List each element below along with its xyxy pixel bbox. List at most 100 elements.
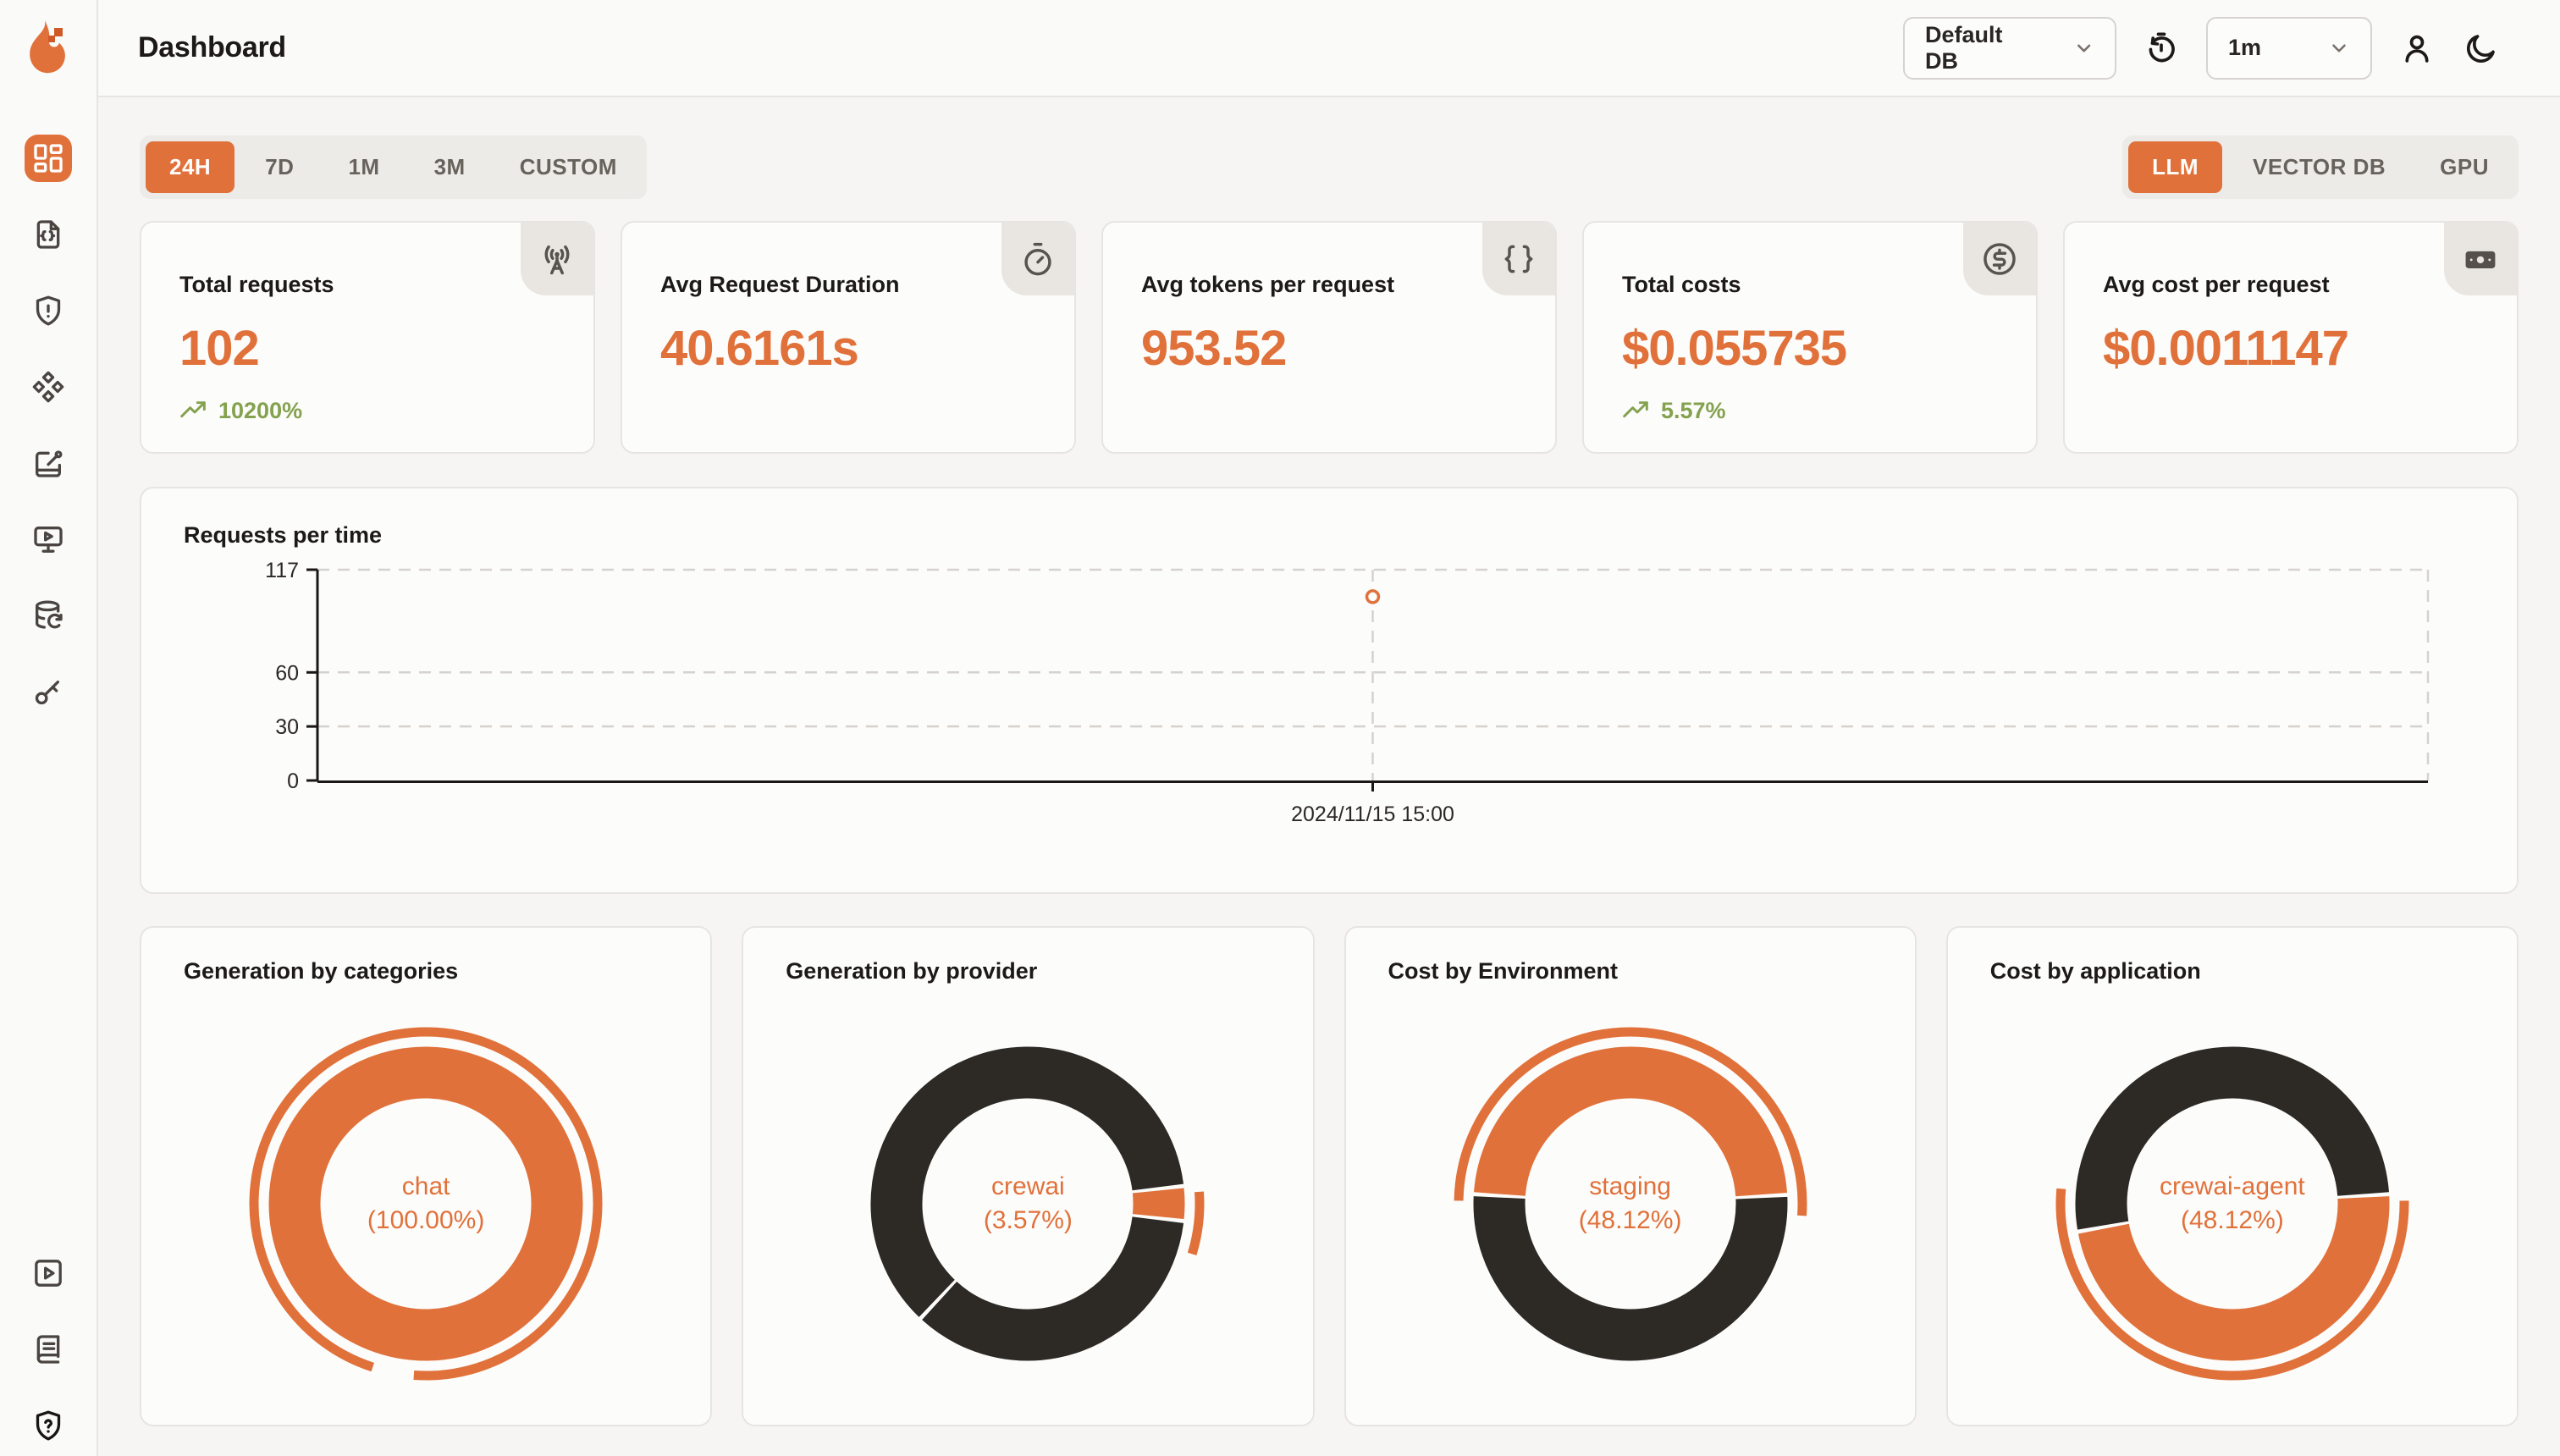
history-icon xyxy=(2143,30,2179,66)
circle-dollar-icon xyxy=(1981,240,2018,278)
user-icon xyxy=(2399,30,2435,66)
controls-row: 24H 7D 1M 3M CUSTOM LLM VECTOR DB GPU xyxy=(140,135,2519,199)
sidebar-item-dashboard[interactable] xyxy=(25,135,72,182)
database-select-value: Default DB xyxy=(1925,22,2039,74)
tab-gpu[interactable]: GPU xyxy=(2416,141,2513,193)
requests-per-time-chart[interactable]: 0 30 60 117 2024/11/15 15:00 xyxy=(141,488,2520,892)
donut-chart-categories[interactable]: chat (100.00%) xyxy=(240,1018,612,1390)
refresh-interval-value: 1m xyxy=(2228,35,2261,61)
moon-icon xyxy=(2463,30,2499,66)
donut-card-cost-by-environment: Cost by Environment staging (48.12%) xyxy=(1344,926,1917,1426)
stat-value: 102 xyxy=(179,320,593,377)
database-backup-icon xyxy=(31,598,65,632)
sidebar-item-playground[interactable] xyxy=(25,439,72,487)
stat-value: 40.6161s xyxy=(660,320,1074,377)
chevron-down-icon xyxy=(2073,37,2094,59)
donut-svg xyxy=(1444,1018,1817,1390)
dark-mode-toggle[interactable] xyxy=(2462,29,2501,68)
notebook-pen-icon xyxy=(31,446,65,480)
component-diamonds-icon xyxy=(31,370,65,404)
stats-row: Total requests 102 10200% xyxy=(140,221,2519,454)
app-root: Dashboard Default DB 1m xyxy=(0,0,2560,1456)
file-code-icon xyxy=(31,218,65,251)
donut-card-cost-by-application: Cost by application crewai-agent (48.12%… xyxy=(1946,926,2519,1426)
chart-title: Generation by categories xyxy=(184,958,710,984)
key-icon xyxy=(31,675,65,709)
sidebar-item-support[interactable] xyxy=(25,1402,72,1449)
svg-text:2024/11/15 15:00: 2024/11/15 15:00 xyxy=(1291,802,1454,826)
mode-tabs: LLM VECTOR DB GPU xyxy=(2122,135,2519,199)
braces-icon xyxy=(1500,240,1537,278)
svg-text:30: 30 xyxy=(275,715,299,739)
tab-vector-db[interactable]: VECTOR DB xyxy=(2229,141,2409,193)
sidebar-item-database-config[interactable] xyxy=(25,592,72,639)
sidebar-item-api-keys[interactable] xyxy=(25,668,72,715)
page-title: Dashboard xyxy=(138,31,286,64)
svg-text:0: 0 xyxy=(287,769,299,793)
tab-1m[interactable]: 1M xyxy=(324,141,403,193)
radio-tower-icon xyxy=(538,240,576,278)
stat-change: 5.57% xyxy=(1622,397,2036,424)
stat-card-total-requests: Total requests 102 10200% xyxy=(140,221,595,454)
stat-badge xyxy=(1482,223,1555,295)
donut-svg xyxy=(240,1018,612,1390)
sidebar-item-getting-started[interactable] xyxy=(25,1249,72,1297)
donut-card-generation-by-categories: Generation by categories chat (100.00%) xyxy=(140,926,712,1426)
svg-text:117: 117 xyxy=(265,559,299,582)
refresh-history-button[interactable] xyxy=(2142,29,2181,68)
stat-value: $0.055735 xyxy=(1622,320,2036,377)
donut-chart-environment[interactable]: staging (48.12%) xyxy=(1444,1018,1817,1390)
trending-up-icon xyxy=(179,397,207,424)
sidebar-bottom-nav xyxy=(25,1249,72,1454)
sidebar-item-prompts[interactable] xyxy=(25,363,72,411)
sidebar-item-demo[interactable] xyxy=(25,516,72,563)
tab-24h[interactable]: 24H xyxy=(146,141,234,193)
donut-chart-provider[interactable]: crewai (3.57%) xyxy=(841,1018,1214,1390)
donut-svg xyxy=(841,1018,1214,1390)
profile-button[interactable] xyxy=(2397,29,2436,68)
time-range-tabs: 24H 7D 1M 3M CUSTOM xyxy=(140,135,647,199)
sidebar-item-requests[interactable] xyxy=(25,211,72,258)
trending-up-icon xyxy=(1622,397,1649,424)
shield-alert-icon xyxy=(31,294,65,328)
donuts-row: Generation by categories chat (100.00%) … xyxy=(140,926,2519,1426)
stat-card-avg-cost: Avg cost per request $0.0011147 xyxy=(2063,221,2519,454)
top-header: Dashboard Default DB 1m xyxy=(98,0,2560,97)
app-logo[interactable] xyxy=(0,0,97,97)
chart-title: Generation by provider xyxy=(786,958,1312,984)
svg-text:60: 60 xyxy=(275,661,299,685)
sidebar-item-documentation[interactable] xyxy=(25,1326,72,1373)
timer-icon xyxy=(1019,240,1057,278)
stat-card-avg-duration: Avg Request Duration 40.6161s xyxy=(621,221,1076,454)
tab-llm[interactable]: LLM xyxy=(2128,141,2222,193)
book-icon xyxy=(31,1332,65,1366)
refresh-interval-select[interactable]: 1m xyxy=(2206,17,2372,80)
stat-value: $0.0011147 xyxy=(2103,320,2517,377)
tab-7d[interactable]: 7D xyxy=(241,141,317,193)
stat-badge xyxy=(1001,223,1074,295)
chart-title: Cost by application xyxy=(1990,958,2517,984)
database-select[interactable]: Default DB xyxy=(1903,17,2116,80)
stat-badge xyxy=(2444,223,2517,295)
chart-title: Cost by Environment xyxy=(1388,958,1915,984)
stat-badge xyxy=(521,223,593,295)
donut-card-generation-by-provider: Generation by provider crewai (3.57%) xyxy=(742,926,1314,1426)
donut-chart-application[interactable]: crewai-agent (48.12%) xyxy=(2046,1018,2419,1390)
tab-3m[interactable]: 3M xyxy=(411,141,489,193)
stat-value: 953.52 xyxy=(1141,320,1555,377)
layout-dashboard-icon xyxy=(31,141,65,175)
requests-per-time-card: Requests per time 030601172024/11/15 15:… xyxy=(140,487,2519,894)
sidebar-nav xyxy=(25,135,72,744)
sidebar xyxy=(0,0,98,1456)
main-content: 24H 7D 1M 3M CUSTOM LLM VECTOR DB GPU xyxy=(98,97,2560,1456)
stat-badge xyxy=(1963,223,2036,295)
stat-card-total-costs: Total costs $0.055735 5.57% xyxy=(1582,221,2038,454)
stat-change: 10200% xyxy=(179,397,593,424)
donut-svg xyxy=(2046,1018,2419,1390)
banknote-icon xyxy=(2462,240,2499,278)
chevron-down-icon xyxy=(2328,37,2350,59)
flame-logo-icon xyxy=(24,18,73,80)
sidebar-item-exceptions[interactable] xyxy=(25,287,72,334)
stat-card-avg-tokens: Avg tokens per request 953.52 xyxy=(1101,221,1557,454)
tab-custom[interactable]: CUSTOM xyxy=(496,141,641,193)
